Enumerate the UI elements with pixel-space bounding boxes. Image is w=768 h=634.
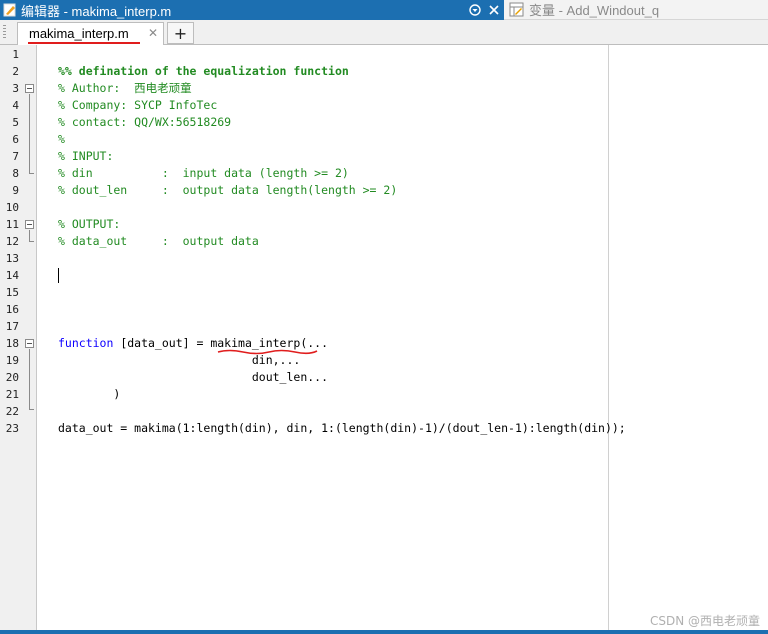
- fold-guide-end: [29, 409, 34, 410]
- line-number: 17: [5, 320, 19, 333]
- code-line: % data_out : output data: [58, 234, 259, 248]
- line-number: 12: [5, 235, 19, 248]
- close-tab-icon[interactable]: ✕: [148, 26, 158, 40]
- code-line: data_out = makima(1:length(din), din, 1:…: [58, 421, 626, 435]
- line-number: 18: [5, 337, 19, 350]
- code-line: % OUTPUT:: [58, 217, 121, 231]
- variable-icon: [509, 2, 524, 17]
- line-number: 19: [5, 354, 19, 367]
- code-line: % dout_len : output data length(length >…: [58, 183, 398, 197]
- fold-guide-end: [29, 173, 34, 174]
- fold-guide: [29, 230, 30, 241]
- fold-toggle-icon[interactable]: [25, 339, 34, 348]
- fold-guide: [29, 349, 30, 409]
- line-number: 22: [5, 405, 19, 418]
- new-tab-button[interactable]: +: [167, 22, 194, 44]
- line-number: 9: [12, 184, 19, 197]
- editor-icon: [3, 3, 16, 17]
- line-number-gutter: 1 2 3 4 5 6 7 8 9 10 11 12 13 14 15 16 1…: [0, 45, 37, 630]
- line-number: 7: [12, 150, 19, 163]
- line-number: 3: [12, 82, 19, 95]
- code-line: dout_len...: [58, 370, 329, 384]
- variables-panel-title[interactable]: 变量 - Add_Windout_q: [504, 0, 768, 20]
- code-line: %: [58, 132, 65, 146]
- line-number: 15: [5, 286, 19, 299]
- code-editor[interactable]: 1 2 3 4 5 6 7 8 9 10 11 12 13 14 15 16 1…: [0, 45, 768, 630]
- right-margin-guide: [608, 45, 609, 630]
- line-number: 1: [12, 48, 19, 61]
- code-line: % INPUT:: [58, 149, 114, 163]
- code-line: din,...: [58, 353, 301, 367]
- watermark: CSDN @西电老顽童: [649, 614, 760, 628]
- line-number: 11: [5, 218, 19, 231]
- fold-guide: [29, 94, 30, 173]
- drag-grip-icon[interactable]: [3, 25, 6, 39]
- line-number: 20: [5, 371, 19, 384]
- panel-menu-icon[interactable]: [467, 2, 483, 18]
- line-number: 14: [5, 269, 19, 282]
- tab-makima-interp[interactable]: makima_interp.m ✕: [17, 22, 164, 45]
- variables-title: 变量 - Add_Windout_q: [529, 3, 660, 18]
- line-number: 6: [12, 133, 19, 146]
- code-line: % din : input data (length >= 2): [58, 166, 349, 180]
- title-bar: 编辑器 - makima_interp.m 变量 - Add_Windout_q: [0, 0, 768, 20]
- close-panel-icon[interactable]: [486, 2, 502, 18]
- text-cursor: [58, 268, 59, 283]
- line-number: 23: [5, 422, 19, 435]
- line-number: 21: [5, 388, 19, 401]
- code-line: ): [58, 387, 121, 401]
- bottom-accent-bar: [0, 630, 768, 634]
- line-number: 2: [12, 65, 19, 78]
- code-line: % Author: 西电老顽童: [58, 81, 192, 95]
- fold-guide-end: [29, 241, 34, 242]
- line-number: 10: [5, 201, 19, 214]
- line-number: 16: [5, 303, 19, 316]
- code-line: % Company: SYCP InfoTec: [58, 98, 218, 112]
- fold-toggle-icon[interactable]: [25, 84, 34, 93]
- code-line: % contact: QQ/WX:56518269: [58, 115, 232, 129]
- line-number: 13: [5, 252, 19, 265]
- line-number: 5: [12, 116, 19, 129]
- editor-title: 编辑器 - makima_interp.m: [21, 3, 172, 19]
- fold-toggle-icon[interactable]: [25, 220, 34, 229]
- line-number: 8: [12, 167, 19, 180]
- tab-bar: makima_interp.m ✕ +: [0, 20, 768, 45]
- line-number: 4: [12, 99, 19, 112]
- red-underline-annotation: [28, 42, 140, 44]
- tab-label: makima_interp.m: [29, 26, 129, 41]
- code-line: %% defination of the equalization functi…: [58, 64, 349, 78]
- editor-panel-title[interactable]: 编辑器 - makima_interp.m: [0, 0, 504, 20]
